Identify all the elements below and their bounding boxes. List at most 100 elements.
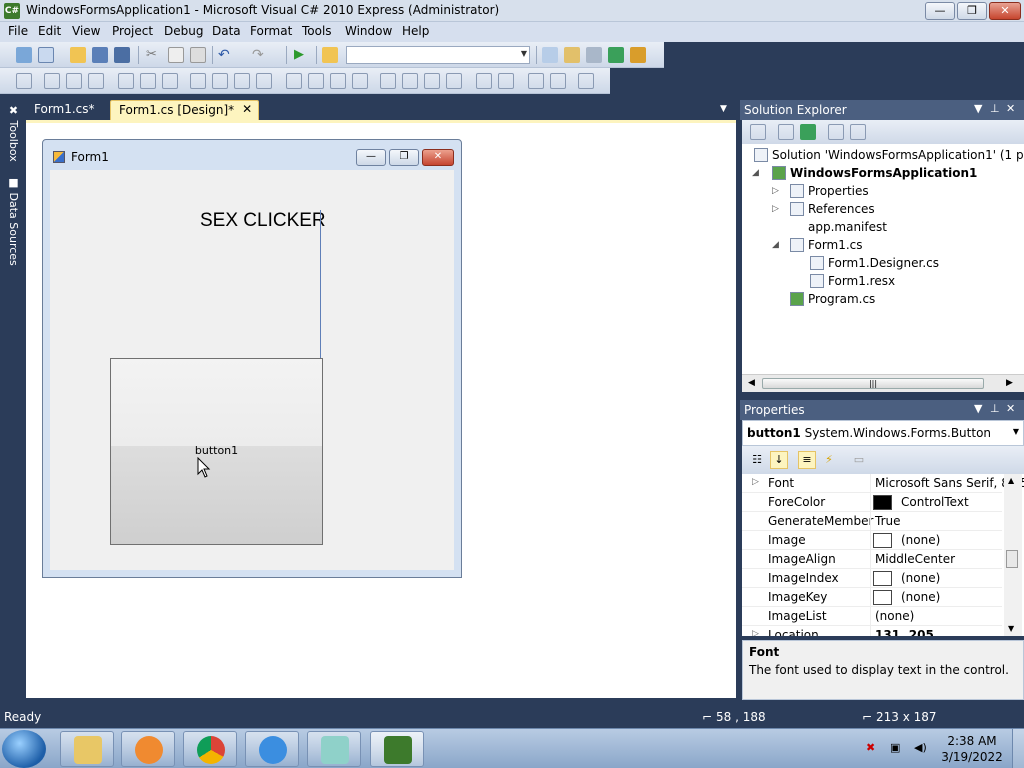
categorized-icon[interactable]: ☷ (748, 451, 766, 469)
close-tab-icon[interactable]: ✕ (242, 102, 252, 116)
collapsed-arrow-icon[interactable]: ▷ (772, 186, 779, 196)
start-button[interactable] (2, 730, 46, 768)
tab-form1-code[interactable]: Form1.cs* (26, 100, 103, 120)
maximize-button[interactable]: ❐ (957, 2, 987, 20)
solution-explorer-icon[interactable] (542, 47, 558, 63)
taskbar-chrome[interactable] (183, 731, 237, 767)
menu-file[interactable]: File (8, 24, 28, 38)
make-same-width-icon[interactable] (190, 73, 206, 89)
menu-tools[interactable]: Tools (302, 24, 332, 38)
send-to-back-icon[interactable] (550, 73, 566, 89)
form1-design-window[interactable]: Form1 — ❐ ✕ SEX CLICKER button1 (42, 139, 462, 578)
decrease-vertical-spacing-icon[interactable] (424, 73, 440, 89)
taskbar-internet-explorer[interactable] (245, 731, 299, 767)
toolbox-tab[interactable]: ✖ Toolbox (2, 104, 20, 162)
horizontal-spacing-icon[interactable] (286, 73, 302, 89)
tree-references[interactable]: ▷ References (772, 200, 875, 218)
scroll-right-icon[interactable]: ▶ (1006, 378, 1013, 388)
refresh-icon[interactable] (800, 124, 816, 140)
redo-icon[interactable]: ↷ (252, 47, 268, 63)
visual-csharp-app-icon[interactable]: C# (4, 3, 20, 19)
tree-form1-designer-cs[interactable]: Form1.Designer.cs (810, 254, 939, 272)
menu-view[interactable]: View (72, 24, 100, 38)
property-pages-icon[interactable]: ▭ (850, 451, 868, 469)
align-lefts-icon[interactable] (44, 73, 60, 89)
solution-horizontal-scrollbar[interactable]: ◀ ||| ▶ (742, 374, 1024, 392)
menu-window[interactable]: Window (345, 24, 392, 38)
panel-close-icon[interactable]: ✕ (1006, 402, 1015, 415)
object-selector[interactable]: button1 System.Windows.Forms.Button ▼ (742, 420, 1024, 446)
undo-icon[interactable]: ↶ (218, 47, 234, 63)
scroll-down-icon[interactable]: ▼ (1008, 624, 1014, 633)
pin-icon[interactable]: ⊥ (990, 402, 1000, 415)
add-item-icon[interactable] (38, 47, 54, 63)
prop-row-location[interactable]: ▷ Location 131, 205 (742, 626, 1002, 636)
align-centers-icon[interactable] (66, 73, 82, 89)
menu-data[interactable]: Data (212, 24, 241, 38)
view-code-icon[interactable] (828, 124, 844, 140)
pin-icon[interactable]: ⊥ (990, 102, 1000, 115)
vertical-spacing-icon[interactable] (380, 73, 396, 89)
expand-arrow-icon[interactable]: ▷ (752, 477, 759, 487)
find-in-files-icon[interactable] (322, 47, 338, 63)
panel-dropdown-icon[interactable]: ▼ (974, 402, 982, 415)
tree-properties[interactable]: ▷ Properties (772, 182, 869, 200)
expanded-arrow-icon[interactable]: ◢ (772, 240, 779, 250)
system-clock[interactable]: 2:38 AM 3/19/2022 (940, 733, 1004, 765)
start-debugging-icon[interactable]: ▶ (294, 47, 310, 63)
button1-control[interactable]: button1 (110, 358, 323, 545)
collapsed-arrow-icon[interactable]: ▷ (772, 204, 779, 214)
menu-help[interactable]: Help (402, 24, 429, 38)
menu-edit[interactable]: Edit (38, 24, 61, 38)
scroll-thumb[interactable] (1006, 550, 1018, 568)
events-icon[interactable]: ⚡ (820, 451, 838, 469)
bring-to-front-icon[interactable] (528, 73, 544, 89)
prop-row-imagelist[interactable]: ImageList (none) (742, 607, 1002, 626)
size-to-grid-icon[interactable] (212, 73, 228, 89)
prop-row-imagealign[interactable]: ImageAlign MiddleCenter (742, 550, 1002, 569)
toolbox-icon[interactable] (586, 47, 602, 63)
show-desktop-button[interactable] (1012, 729, 1024, 768)
prop-row-generatemember[interactable]: GenerateMember True (742, 512, 1002, 531)
show-all-files-icon[interactable] (778, 124, 794, 140)
prop-row-imageindex[interactable]: ImageIndex (none) (742, 569, 1002, 588)
align-middles-icon[interactable] (140, 73, 156, 89)
save-all-icon[interactable] (114, 47, 130, 63)
make-same-size-icon[interactable] (256, 73, 272, 89)
minimize-button[interactable]: — (925, 2, 955, 20)
prop-row-forecolor[interactable]: ForeColor ControlText (742, 493, 1002, 512)
align-tops-icon[interactable] (118, 73, 134, 89)
save-icon[interactable] (92, 47, 108, 63)
tab-order-icon[interactable] (578, 73, 594, 89)
network-icon[interactable]: ▣ (890, 741, 900, 754)
start-page-icon[interactable] (608, 47, 624, 63)
alphabetical-icon[interactable]: ↓ (770, 451, 788, 469)
align-bottoms-icon[interactable] (162, 73, 178, 89)
align-rights-icon[interactable] (88, 73, 104, 89)
open-file-icon[interactable] (70, 47, 86, 63)
network-warning-icon[interactable]: ✖ (866, 741, 875, 754)
increase-vertical-spacing-icon[interactable] (402, 73, 418, 89)
properties-window-icon[interactable] (564, 47, 580, 63)
taskbar-explorer[interactable] (60, 731, 114, 767)
center-horizontally-icon[interactable] (476, 73, 492, 89)
tab-form1-design[interactable]: Form1.cs [Design]* ✕ (110, 100, 260, 120)
active-files-dropdown-icon[interactable]: ▼ (720, 104, 727, 114)
align-to-grid-icon[interactable] (16, 73, 32, 89)
property-grid-scrollbar[interactable]: ▲ ▼ (1004, 474, 1022, 636)
extension-manager-icon[interactable] (630, 47, 646, 63)
decrease-horizontal-spacing-icon[interactable] (330, 73, 346, 89)
paste-icon[interactable] (190, 47, 206, 63)
cut-icon[interactable]: ✂ (146, 47, 162, 63)
expanded-arrow-icon[interactable]: ◢ (752, 168, 759, 178)
panel-dropdown-icon[interactable]: ▼ (974, 102, 982, 115)
properties-view-icon[interactable]: ≡ (798, 451, 816, 469)
prop-row-image[interactable]: Image (none) (742, 531, 1002, 550)
menu-project[interactable]: Project (112, 24, 153, 38)
taskbar-notepad[interactable] (307, 731, 361, 767)
tree-form1-resx[interactable]: Form1.resx (810, 272, 895, 290)
expand-arrow-icon[interactable]: ▷ (752, 629, 759, 636)
data-sources-tab[interactable]: ■ Data Sources (2, 176, 20, 266)
tree-form1-cs[interactable]: ◢ Form1.cs (772, 236, 863, 254)
scroll-thumb[interactable]: ||| (762, 378, 984, 389)
